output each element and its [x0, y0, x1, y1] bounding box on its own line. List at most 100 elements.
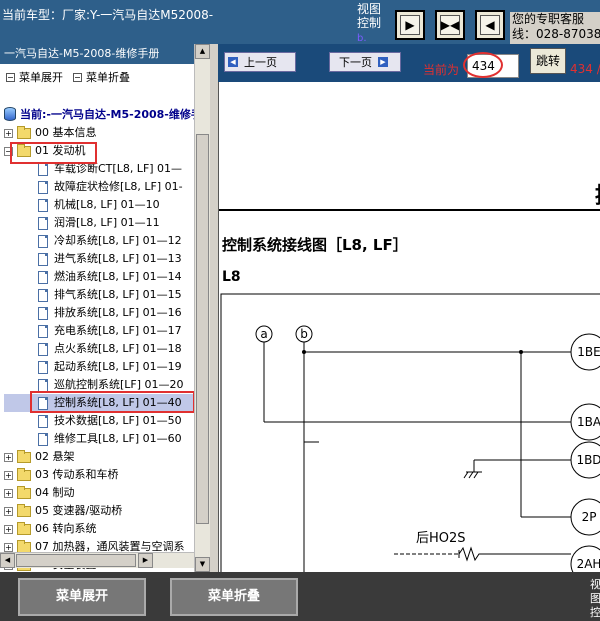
- folder-icon: [17, 521, 31, 535]
- tree-folder-item[interactable]: +06 转向系统: [4, 520, 200, 538]
- tree-horizontal-scrollbar[interactable]: ◀ ▶: [0, 552, 194, 568]
- tree-doc-item[interactable]: 机械[L8, LF] 01—10: [4, 196, 200, 214]
- document-icon: [38, 414, 48, 428]
- prev-page-nav-button[interactable]: ◀: [475, 10, 505, 40]
- expand-node-icon[interactable]: +: [4, 488, 13, 498]
- connector-1be-label: 1BE: [577, 345, 600, 359]
- expand-node-icon[interactable]: +: [4, 542, 13, 552]
- jump-button[interactable]: 跳转: [530, 48, 566, 74]
- tree-item-label: 排放系统[L8, LF] 01—16: [54, 306, 182, 319]
- tree-item-label: 燃油系统[L8, LF] 01—14: [54, 270, 182, 283]
- expand-node-icon[interactable]: +: [4, 524, 13, 534]
- tree-doc-item[interactable]: 故障症状检修[L8, LF] 01-: [4, 178, 200, 196]
- tree-doc-item[interactable]: 排气系统[L8, LF] 01—15: [4, 286, 200, 304]
- database-icon: [4, 107, 16, 121]
- current-manual[interactable]: 当前:-一汽马自达-M5-2008-维修手册: [4, 106, 208, 122]
- next-page-nav-button[interactable]: ▶: [395, 10, 425, 40]
- hscroll-thumb[interactable]: [16, 554, 136, 567]
- menu-expand-link[interactable]: 菜单展开: [6, 69, 63, 85]
- tree-doc-item[interactable]: 冷却系统[L8, LF] 01—12: [4, 232, 200, 250]
- view-control-sub: b.: [357, 33, 367, 44]
- document-icon: [38, 288, 48, 302]
- tree-doc-item[interactable]: 技术数据[L8, LF] 01—50: [4, 412, 200, 430]
- diagram-frame: [220, 293, 600, 572]
- current-page-label: 当前为: [423, 63, 460, 77]
- prev-page-icon: ◀: [480, 15, 500, 35]
- connector-2p-label: 2P: [582, 510, 597, 524]
- tree-folder-item[interactable]: +00 基本信息: [4, 124, 200, 142]
- tree-item-label: 02 悬架: [35, 450, 75, 463]
- prev-page-button[interactable]: ◀ 上一页: [224, 52, 296, 72]
- tree-folder-item[interactable]: +02 悬架: [4, 448, 200, 466]
- folder-icon: [17, 125, 31, 139]
- expand-node-icon[interactable]: +: [4, 452, 13, 462]
- document-icon: [38, 162, 48, 176]
- scroll-down-icon[interactable]: ▼: [195, 557, 210, 572]
- folder-icon: [17, 449, 31, 463]
- bottom-bar: 菜单展开 菜单折叠 视图控: [0, 572, 600, 621]
- document-icon: [38, 306, 48, 320]
- scroll-up-icon[interactable]: ▲: [195, 44, 210, 59]
- fit-page-nav-button[interactable]: ▶◀: [435, 10, 465, 40]
- document-icon: [38, 378, 48, 392]
- tree-item-label: 05 变速器/驱动桥: [35, 504, 123, 517]
- control-system-highlight-box: [30, 391, 195, 413]
- next-page-button[interactable]: 下一页 ▶: [329, 52, 401, 72]
- ground-hatch-1: [463, 471, 469, 479]
- bottom-view-control[interactable]: 视图控: [590, 578, 600, 620]
- tree-doc-item[interactable]: 润滑[L8, LF] 01—11: [4, 214, 200, 232]
- heading-rule: [219, 209, 600, 211]
- connector-1ba-label: 1BA: [577, 415, 600, 429]
- scroll-right-icon[interactable]: ▶: [138, 553, 153, 568]
- tree-doc-item[interactable]: 起动系统[L8, LF] 01—19: [4, 358, 200, 376]
- chapter-tree: +00 基本信息 −01 发动机 车载诊断CT[L8, LF] 01— 故障症状检修[…: [4, 124, 200, 572]
- expand-node-icon[interactable]: +: [4, 128, 13, 138]
- tree-item-label: 06 转向系统: [35, 522, 97, 535]
- document-icon: [38, 180, 48, 194]
- tree-item-label: 进气系统[L8, LF] 01—13: [54, 252, 182, 265]
- tree-item-label: 点火系统[L8, LF] 01—18: [54, 342, 182, 355]
- connector-2ah-label: 2AH: [577, 557, 600, 571]
- manual-header: 一汽马自达-M5-2008-维修手册: [0, 44, 208, 64]
- prev-page-label: 上一页: [244, 56, 277, 69]
- tree-doc-item[interactable]: 维修工具[L8, LF] 01—60: [4, 430, 200, 448]
- menu-operations: 菜单展开 菜单折叠: [0, 64, 208, 90]
- page-heading-glyph: 控: [595, 178, 600, 210]
- tree-doc-item[interactable]: 点火系统[L8, LF] 01—18: [4, 340, 200, 358]
- tree-doc-item[interactable]: 排放系统[L8, LF] 01—16: [4, 304, 200, 322]
- document-icon: [38, 342, 48, 356]
- document-icon: [38, 234, 48, 248]
- tree-folder-item[interactable]: +03 传动系和车桥: [4, 466, 200, 484]
- tree-folder-item[interactable]: +04 制动: [4, 484, 200, 502]
- ground-hatch-3: [473, 471, 479, 479]
- document-icon: [38, 324, 48, 338]
- tree-folder-item[interactable]: +05 变速器/驱动桥: [4, 502, 200, 520]
- next-page-label: 下一页: [339, 56, 372, 69]
- tree-item-label: 冷却系统[L8, LF] 01—12: [54, 234, 182, 247]
- bottom-expand-button[interactable]: 菜单展开: [18, 578, 146, 616]
- bottom-collapse-button[interactable]: 菜单折叠: [170, 578, 298, 616]
- expand-node-icon[interactable]: +: [4, 470, 13, 480]
- menu-collapse-link[interactable]: 菜单折叠: [73, 69, 130, 85]
- total-pages: 434 /: [570, 62, 600, 76]
- folder-icon: [17, 539, 31, 553]
- current-car-model: 当前车型：厂家:Y-一汽马自达M52008-: [2, 8, 214, 22]
- folder-icon: [17, 503, 31, 517]
- tree-doc-item[interactable]: 燃油系统[L8, LF] 01—14: [4, 268, 200, 286]
- expand-icon: [6, 72, 15, 82]
- diagram-subtitle: L8: [222, 269, 241, 285]
- document-icon: [38, 270, 48, 284]
- scroll-thumb[interactable]: [196, 134, 209, 524]
- expand-node-icon[interactable]: +: [4, 506, 13, 516]
- junction-ground: [519, 350, 523, 354]
- view-control-text: 视图控制: [357, 2, 382, 30]
- fit-page-icon: ▶◀: [440, 15, 460, 35]
- tree-doc-item[interactable]: 充电系统[L8, LF] 01—17: [4, 322, 200, 340]
- next-page-icon: ▶: [400, 15, 420, 35]
- tree-item-label: 故障症状检修[L8, LF] 01-: [54, 180, 183, 193]
- tree-doc-item[interactable]: 进气系统[L8, LF] 01—13: [4, 250, 200, 268]
- prev-arrow-icon: ◀: [228, 57, 238, 67]
- scroll-left-icon[interactable]: ◀: [0, 553, 15, 568]
- tree-vertical-scrollbar[interactable]: ▲ ▼: [194, 44, 210, 572]
- junction-b: [302, 350, 306, 354]
